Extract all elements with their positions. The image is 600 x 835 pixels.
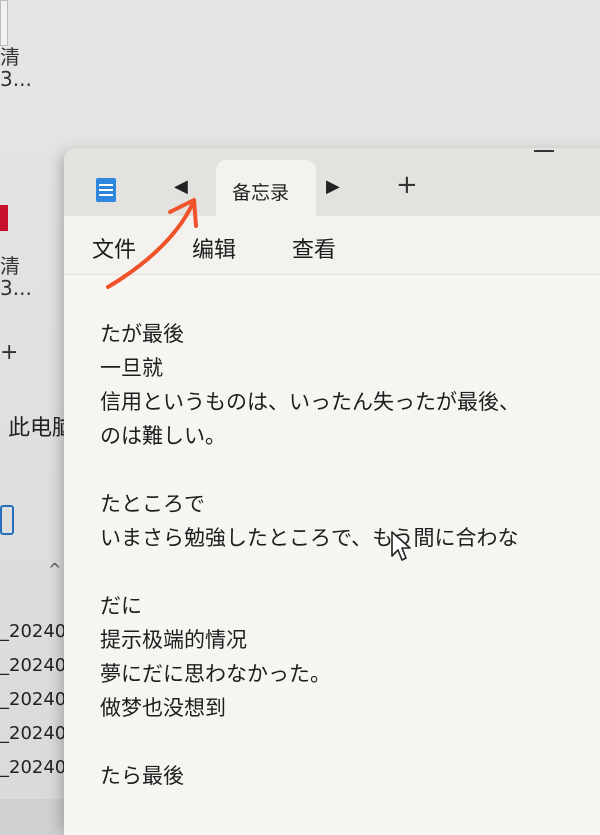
notepad-window: ◀ 备忘录 ▶ + 文件 编辑 查看 たが最後 一旦就 信用というものは、いった… <box>64 148 600 835</box>
text-line: 夢にだに思わなかった。 <box>100 662 331 686</box>
file-icon <box>0 0 8 46</box>
tab-memo[interactable]: 备忘录 <box>216 160 316 216</box>
tab-label: 备忘录 <box>232 182 290 204</box>
text-line: 一旦就 <box>100 356 163 380</box>
text-line <box>100 555 600 589</box>
red-file-icon <box>0 205 8 231</box>
view-toggle-icon[interactable] <box>0 505 14 535</box>
desktop-icon-label: 清 <box>0 254 20 278</box>
text-line <box>100 453 600 487</box>
text-line: いまさら勉強したところで、もう間に合わな <box>100 526 519 550</box>
menu-bar: 文件 编辑 查看 <box>64 216 600 275</box>
text-line: たら最後 <box>100 764 184 788</box>
tab-scroll-right-button[interactable]: ▶ <box>326 176 340 197</box>
text-line: たが最後 <box>100 322 184 346</box>
desktop-icon-label: 3... <box>0 276 32 300</box>
text-line: 做梦也没想到 <box>100 696 226 720</box>
desktop-icon[interactable]: 清 3... <box>0 0 40 90</box>
menu-file[interactable]: 文件 <box>92 232 136 264</box>
mouse-pointer-icon <box>391 531 411 561</box>
text-editor[interactable]: たが最後 一旦就 信用というものは、いったん失ったが最後、 のは難しい。 たとこ… <box>64 275 600 835</box>
sort-caret-icon[interactable]: ^ <box>48 560 61 579</box>
document-text[interactable]: たが最後 一旦就 信用というものは、いったん失ったが最後、 のは難しい。 たとこ… <box>100 317 600 793</box>
menu-edit[interactable]: 编辑 <box>192 232 236 264</box>
text-line: だに <box>100 594 142 618</box>
text-line: のは難しい。 <box>100 424 226 448</box>
desktop-icon[interactable]: 清 3... <box>0 255 40 299</box>
desktop-icon-label: 3... <box>0 67 32 91</box>
text-line: たところで <box>100 492 205 516</box>
menu-view[interactable]: 查看 <box>292 232 336 264</box>
desktop-icon-label: 清 <box>0 45 20 69</box>
new-tab-button[interactable]: + <box>0 340 18 365</box>
title-bar: ◀ 备忘录 ▶ + <box>64 148 600 216</box>
minimize-button[interactable] <box>534 150 554 152</box>
text-line: 信用というものは、いったん失ったが最後、 <box>100 390 520 414</box>
add-tab-button[interactable]: + <box>396 170 418 200</box>
notepad-icon <box>96 178 116 202</box>
text-line: 提示极端的情况 <box>100 628 247 652</box>
text-line <box>100 725 600 759</box>
tab-scroll-left-button[interactable]: ◀ <box>174 176 188 197</box>
